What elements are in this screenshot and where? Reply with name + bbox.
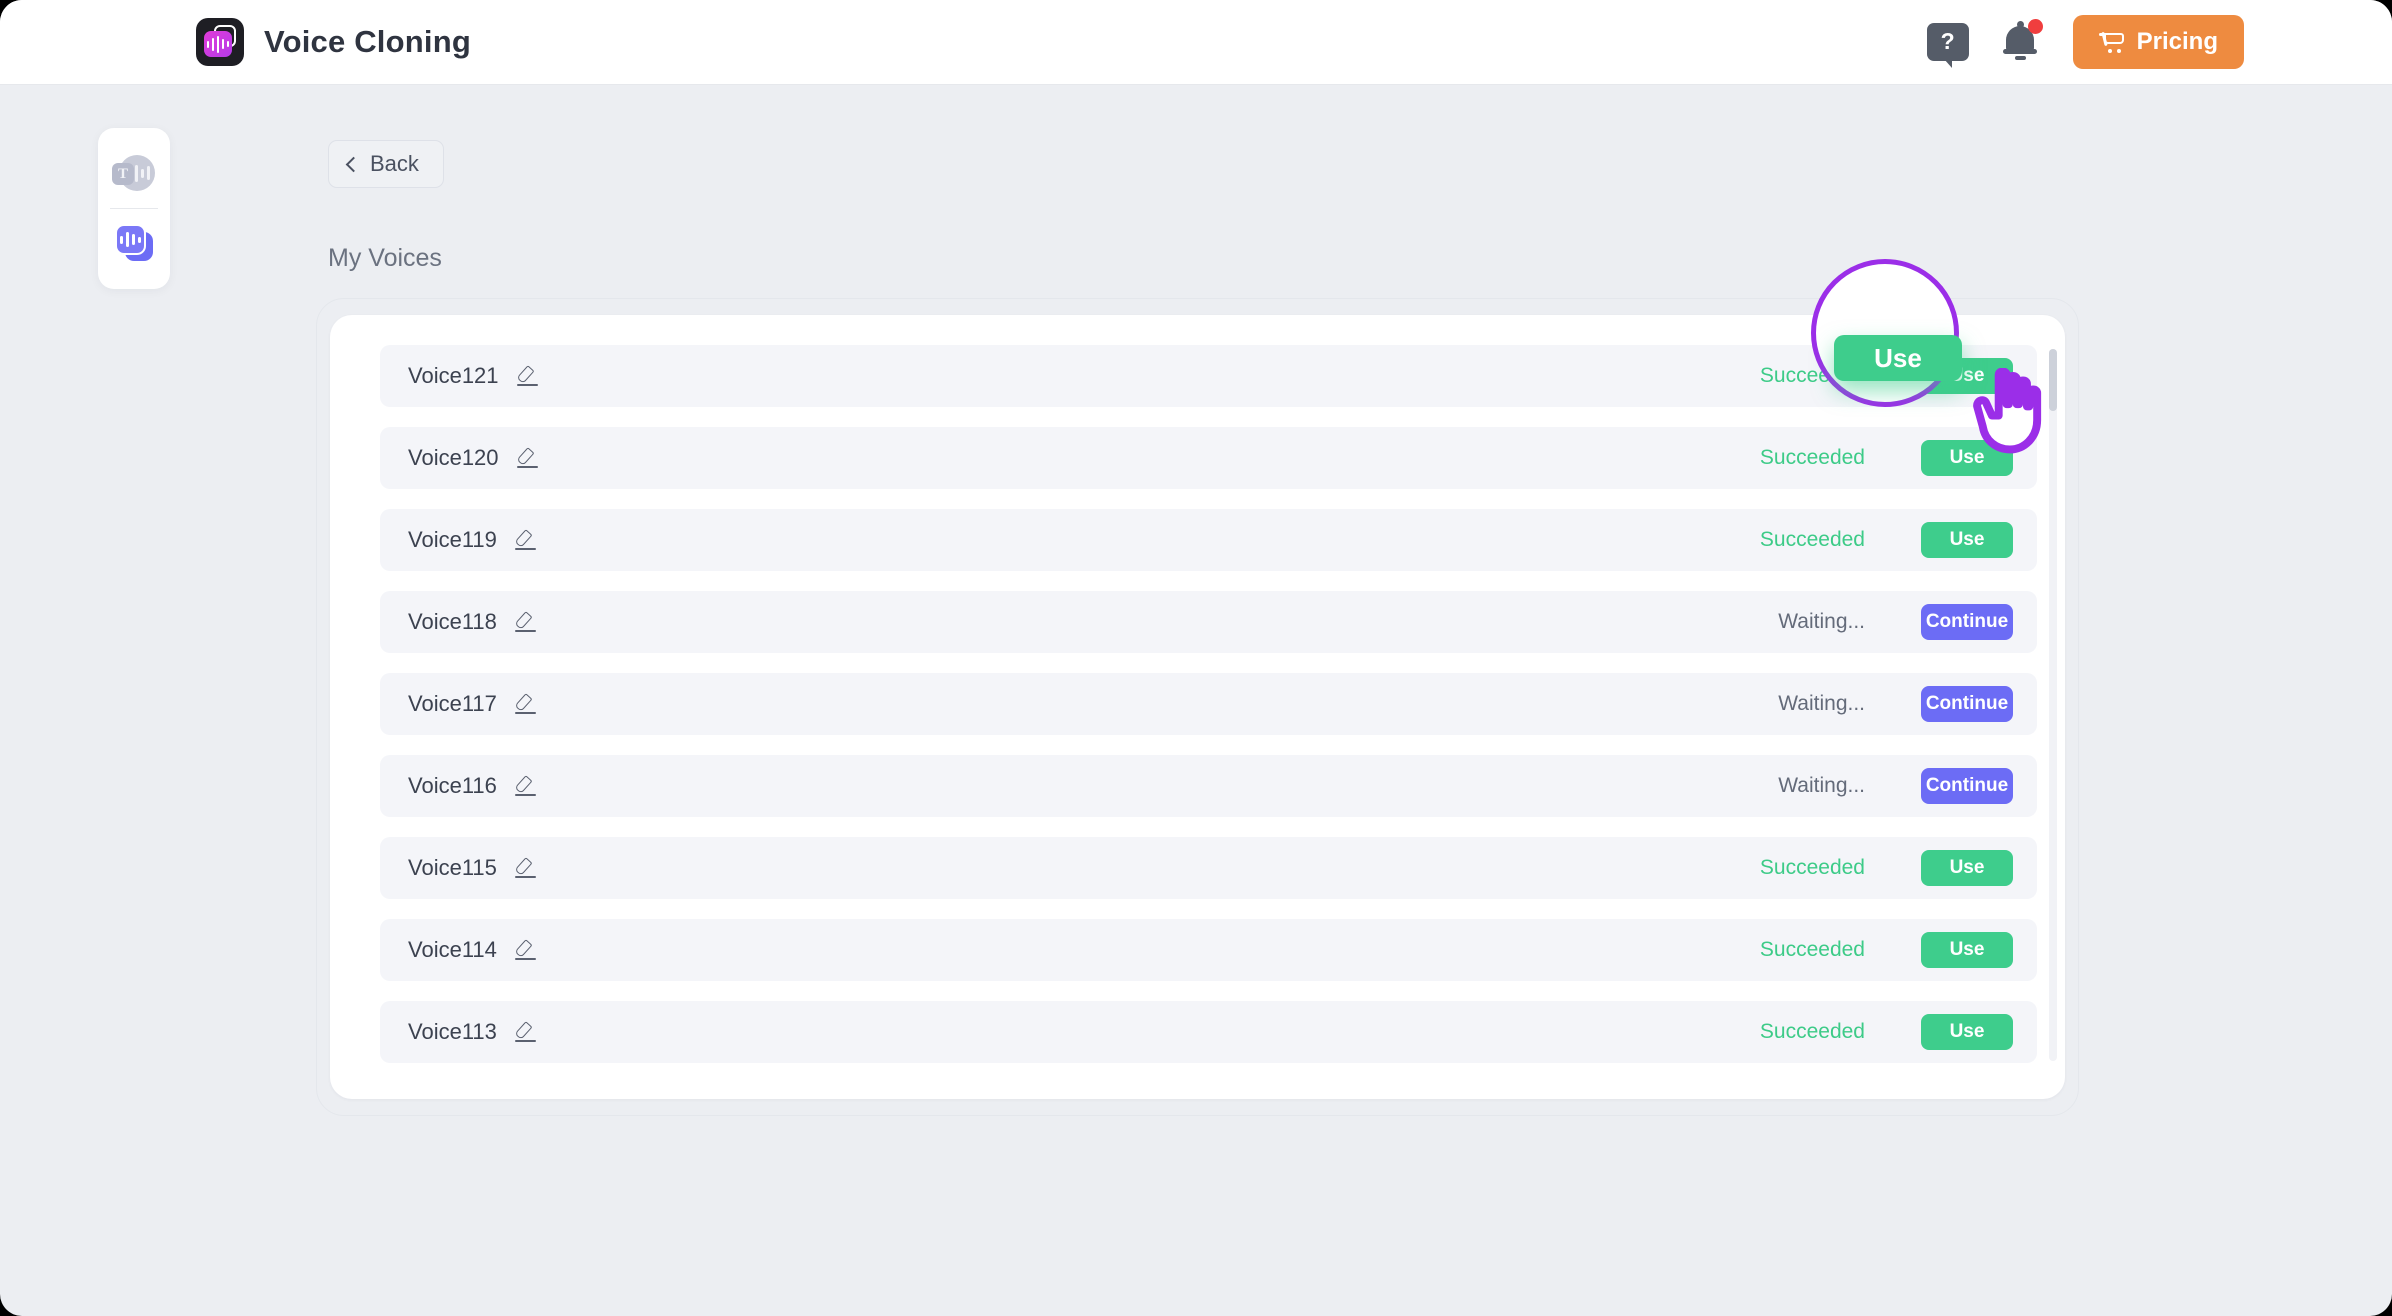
app-window: Voice Cloning ? Pricing T Back My Voices… [0, 0, 2392, 1316]
sidebar-item-voice-cloning[interactable] [98, 209, 170, 277]
pricing-button-label: Pricing [2136, 28, 2218, 55]
voice-name: Voice114 [408, 937, 497, 962]
app-header: Voice Cloning ? Pricing [0, 0, 2392, 85]
brand: Voice Cloning [196, 18, 471, 66]
pencil-edit-icon[interactable] [513, 609, 539, 635]
status-badge: Succeeded [1759, 856, 1865, 879]
sidebar: T [98, 128, 170, 289]
voice-name: Voice117 [408, 691, 497, 716]
pencil-edit-icon[interactable] [513, 691, 539, 717]
header-actions: ? Pricing [1926, 15, 2244, 69]
voice-row: Voice113 Succeeded Use [380, 1001, 2037, 1063]
status-badge: Waiting... [1778, 774, 1865, 797]
use-button[interactable]: Use [1921, 440, 2013, 476]
use-button[interactable]: Use [1921, 932, 2013, 968]
continue-button[interactable]: Continue [1921, 768, 2013, 804]
status-badge: Succeeded [1759, 938, 1865, 961]
pricing-button[interactable]: Pricing [2072, 15, 2244, 69]
back-button-label: Back [370, 151, 419, 176]
voices-list: Voice121 Succeeded Use Voice120 Succeeded Use… [330, 345, 2065, 1063]
help-icon[interactable]: ? [1926, 23, 1969, 68]
continue-button[interactable]: Continue [1921, 686, 2013, 722]
voice-row: Voice121 Succeeded Use [380, 345, 2037, 407]
voices-card: Voice121 Succeeded Use Voice120 Succeeded Use… [330, 315, 2065, 1099]
voice-name: Voice121 [408, 363, 499, 388]
voice-name: Voice118 [408, 609, 497, 634]
voice-row: Voice115 Succeeded Use [380, 837, 2037, 899]
use-button[interactable]: Use [1921, 850, 2013, 886]
highlight-circle [1811, 259, 1959, 407]
list-scrollbar-thumb[interactable] [2049, 349, 2057, 411]
pencil-edit-icon[interactable] [515, 445, 541, 471]
voice-row: Voice119 Succeeded Use [380, 509, 2037, 571]
shopping-cart-icon [2098, 31, 2124, 53]
voice-name: Voice116 [408, 773, 497, 798]
pencil-edit-icon[interactable] [513, 773, 539, 799]
section-title: My Voices [328, 244, 442, 272]
voice-name: Voice113 [408, 1019, 497, 1044]
continue-button[interactable]: Continue [1921, 604, 2013, 640]
bell-icon[interactable] [2001, 19, 2043, 63]
voice-row: Voice117 Waiting... Continue [380, 673, 2037, 735]
pencil-edit-icon[interactable] [513, 527, 539, 553]
status-badge: Waiting... [1778, 610, 1865, 633]
notification-badge-dot [2027, 19, 2043, 34]
voice-row: Voice118 Waiting... Continue [380, 591, 2037, 653]
voice-cloning-icon [112, 222, 156, 264]
voice-cloning-logo-icon [196, 18, 244, 66]
voice-name: Voice119 [408, 527, 497, 552]
voice-row: Voice114 Succeeded Use [380, 919, 2037, 981]
chevron-left-icon [345, 156, 362, 172]
status-badge: Succeeded [1759, 446, 1865, 469]
highlighted-use-button[interactable]: Use [1834, 335, 1962, 381]
pencil-edit-icon[interactable] [513, 937, 539, 963]
text-to-speech-icon: T [111, 154, 157, 194]
pencil-edit-icon[interactable] [515, 363, 541, 389]
status-badge: Succeeded [1759, 1020, 1865, 1043]
status-badge: Waiting... [1778, 692, 1865, 715]
voice-name: Voice120 [408, 445, 499, 470]
voice-row: Voice120 Succeeded Use [380, 427, 2037, 489]
voice-name: Voice115 [408, 855, 497, 880]
page-title: Voice Cloning [264, 24, 471, 59]
pencil-edit-icon[interactable] [513, 1019, 539, 1045]
status-badge: Succeeded [1759, 528, 1865, 551]
sidebar-item-text-to-speech[interactable]: T [98, 140, 170, 208]
voices-scroll-area[interactable]: Voice121 Succeeded Use Voice120 Succeeded Use… [330, 345, 2065, 1065]
use-button[interactable]: Use [1921, 1014, 2013, 1050]
help-question-mark: ? [1940, 28, 1955, 54]
list-scrollbar[interactable] [2049, 349, 2057, 1061]
use-button[interactable]: Use [1921, 522, 2013, 558]
pencil-edit-icon[interactable] [513, 855, 539, 881]
voice-row: Voice116 Waiting... Continue [380, 755, 2037, 817]
back-button[interactable]: Back [328, 140, 444, 188]
